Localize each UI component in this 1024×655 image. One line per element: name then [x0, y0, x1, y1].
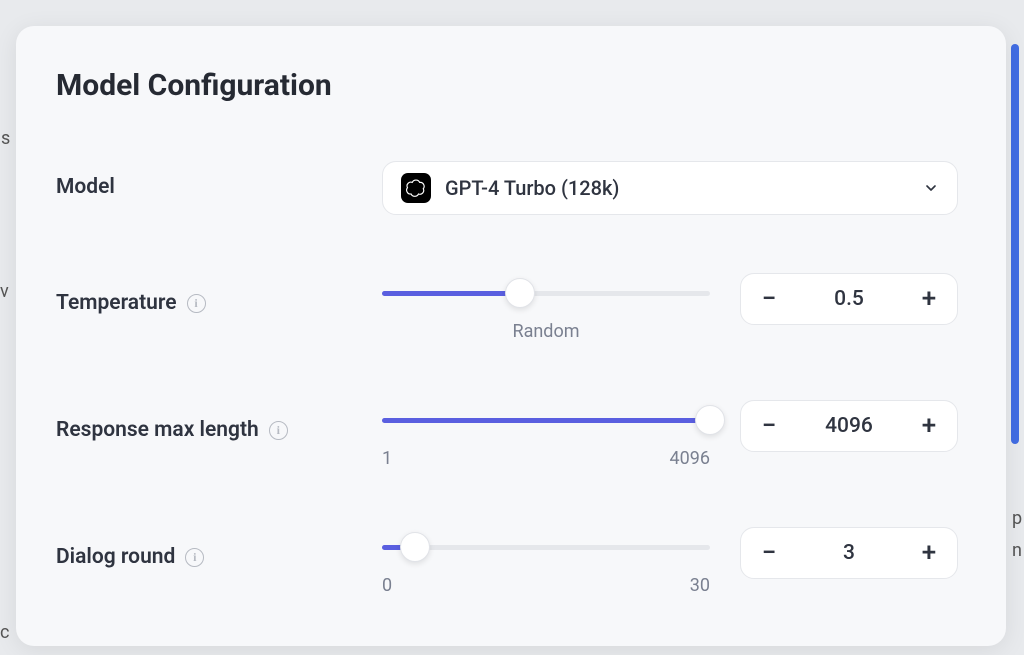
bg-text: c — [0, 622, 9, 643]
slider-thumb[interactable] — [695, 405, 725, 435]
temperature-row: Temperature i Random − 0.5 + — [56, 273, 958, 342]
dialog-round-scale-min: 0 — [382, 575, 392, 596]
temperature-scale-label: Random — [512, 321, 579, 342]
temperature-stepper: − 0.5 + — [740, 273, 958, 325]
chevron-down-icon — [923, 180, 939, 196]
bg-text: n — [1012, 540, 1022, 561]
max-length-scale-min: 1 — [382, 448, 392, 469]
dialog-round-row: Dialog round i 0 30 − 3 + — [56, 527, 958, 596]
model-label: Model — [56, 175, 115, 199]
max-length-value[interactable]: 4096 — [797, 414, 901, 438]
slider-thumb[interactable] — [505, 278, 535, 308]
max-length-label: Response max length — [56, 418, 259, 442]
dialog-round-slider[interactable] — [382, 533, 710, 561]
info-icon[interactable]: i — [187, 294, 206, 313]
dialog-round-increment[interactable]: + — [901, 528, 957, 578]
model-config-panel: Model Configuration Model GPT-4 Turbo (1… — [16, 26, 1006, 646]
bg-text: s — [1, 128, 10, 149]
bg-text: p — [1012, 508, 1022, 529]
temperature-label: Temperature — [56, 291, 177, 315]
panel-title: Model Configuration — [56, 68, 958, 103]
model-row: Model GPT-4 Turbo (128k) — [56, 161, 958, 215]
info-icon[interactable]: i — [269, 421, 288, 440]
bg-accent — [1011, 44, 1019, 444]
model-selected-name: GPT-4 Turbo (128k) — [445, 176, 909, 200]
dialog-round-label: Dialog round — [56, 545, 175, 569]
info-icon[interactable]: i — [185, 548, 204, 567]
openai-icon — [401, 173, 431, 203]
max-length-decrement[interactable]: − — [741, 401, 797, 451]
temperature-increment[interactable]: + — [901, 274, 957, 324]
temperature-decrement[interactable]: − — [741, 274, 797, 324]
model-select[interactable]: GPT-4 Turbo (128k) — [382, 161, 958, 215]
dialog-round-stepper: − 3 + — [740, 527, 958, 579]
dialog-round-decrement[interactable]: − — [741, 528, 797, 578]
max-length-scale-max: 4096 — [670, 448, 710, 469]
bg-text: v — [0, 281, 9, 302]
max-length-slider[interactable] — [382, 406, 710, 434]
max-length-stepper: − 4096 + — [740, 400, 958, 452]
max-length-increment[interactable]: + — [901, 401, 957, 451]
slider-thumb[interactable] — [400, 532, 430, 562]
temperature-slider[interactable] — [382, 279, 710, 307]
max-length-row: Response max length i 1 4096 − 4096 + — [56, 400, 958, 469]
temperature-value[interactable]: 0.5 — [797, 287, 901, 311]
dialog-round-value[interactable]: 3 — [797, 541, 901, 565]
dialog-round-scale-max: 30 — [690, 575, 710, 596]
